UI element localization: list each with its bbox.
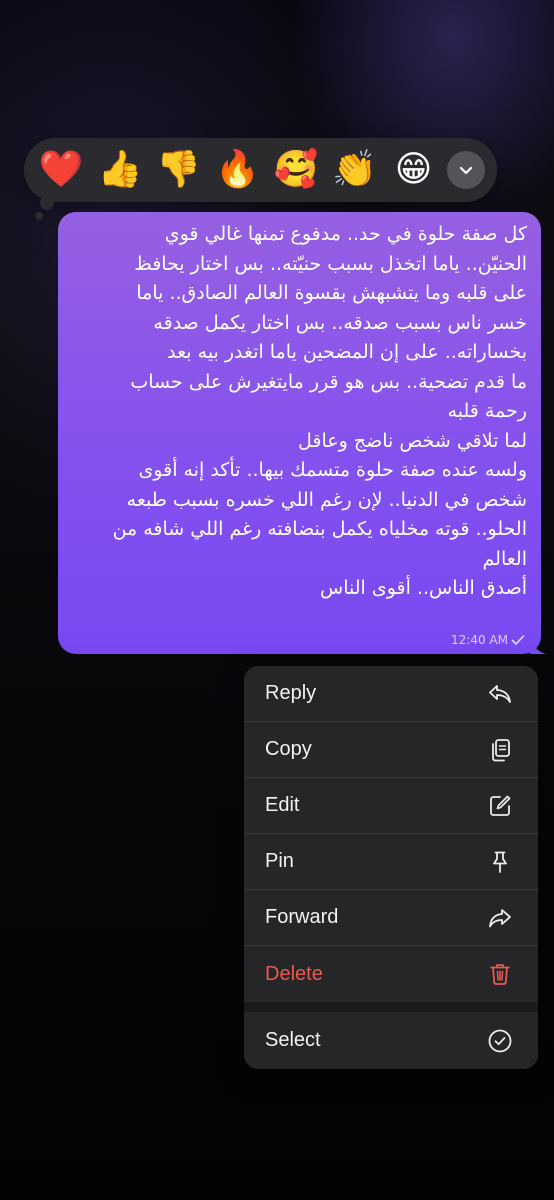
menu-separator — [244, 1002, 538, 1012]
menu-item-delete[interactable]: Delete — [244, 946, 538, 1002]
menu-item-label: Select — [265, 1029, 321, 1051]
message-line: الحلو.. قوته مخلياه يكمل بنضافته رغم الل… — [112, 518, 527, 540]
reaction-bar: ❤️ 👍 👎 🔥 🥰 👏 😁 — [24, 138, 497, 202]
checkmark-icon — [511, 635, 525, 645]
thumbs-down-icon: 👎 — [156, 149, 202, 190]
forward-icon — [486, 904, 514, 932]
reaction-thumbs-up[interactable]: 👍 — [91, 142, 150, 198]
message-context-menu: Reply Copy Edit Pin Forward Delete Selec… — [244, 666, 538, 1069]
menu-item-label: Reply — [265, 682, 317, 704]
reaction-clapping-hands[interactable]: 👏 — [325, 142, 384, 198]
message-meta: 12:40 AM — [451, 633, 525, 647]
message-line: رحمة قلبه — [447, 400, 527, 422]
more-reactions-button[interactable] — [446, 151, 485, 189]
message-line: على قلبه وما يتشبهش بقسوة العالم الصادق.… — [136, 282, 527, 304]
reaction-fire[interactable]: 🔥 — [208, 142, 267, 198]
message-line: ولسه عنده صفة حلوة متسمك بيها.. تأكد إنه… — [138, 459, 527, 481]
menu-item-select[interactable]: Select — [244, 1012, 538, 1069]
reply-icon — [486, 680, 514, 708]
menu-item-label: Forward — [265, 906, 339, 928]
reaction-bar-tail-dot-small — [35, 212, 43, 220]
reaction-thumbs-down[interactable]: 👎 — [149, 142, 208, 198]
message-time: 12:40 AM — [451, 633, 508, 647]
edit-icon — [486, 792, 514, 820]
menu-item-reply[interactable]: Reply — [244, 666, 538, 722]
fire-icon: 🔥 — [214, 149, 260, 190]
message-line: أصدق الناس.. أقوى الناس — [320, 577, 527, 599]
message-line: لما تلاقي شخص ناضج وعاقل — [298, 429, 527, 452]
menu-item-copy[interactable]: Copy — [244, 722, 538, 778]
bubble-tail — [530, 636, 546, 654]
check-circle-icon — [486, 1027, 514, 1055]
message-line: خسر ناس بسبب صدقه.. بس اختار يكمل صدقه — [153, 311, 527, 334]
pin-icon — [486, 848, 514, 876]
reaction-bar-tail-dot — [40, 196, 54, 210]
menu-item-forward[interactable]: Forward — [244, 890, 538, 946]
message-line: شخص في الدنيا.. لإن رغم اللي خسره بسبب ط… — [126, 488, 527, 511]
message-line: ما قدم تضحية.. بس هو قرر مايتغيرش على حس… — [130, 370, 527, 393]
thumbs-up-icon: 👍 — [97, 149, 143, 190]
trash-icon — [486, 960, 514, 988]
chevron-down-icon — [459, 166, 472, 175]
smiling-face-hearts-icon: 🥰 — [273, 149, 319, 190]
menu-item-pin[interactable]: Pin — [244, 834, 538, 890]
menu-item-label: Edit — [265, 794, 300, 816]
menu-item-label: Delete — [265, 962, 323, 985]
menu-item-edit[interactable]: Edit — [244, 778, 538, 834]
menu-item-label: Copy — [265, 738, 312, 760]
message-bubble[interactable]: كل صفة حلوة في حد.. مدفوع تمنها غالي قوي… — [58, 212, 546, 654]
message-line: الحنيّن.. ياما اتخذل بسبب حنيّته.. بس اخ… — [134, 252, 527, 275]
message-line: العالم — [482, 547, 527, 570]
copy-icon — [486, 736, 514, 764]
message-text: كل صفة حلوة في حد.. مدفوع تمنها غالي قوي… — [72, 220, 527, 604]
message-line: كل صفة حلوة في حد.. مدفوع تمنها غالي قوي — [164, 223, 527, 245]
clapping-hands-icon: 👏 — [332, 149, 378, 190]
red-heart-icon: ❤️ — [38, 149, 84, 190]
reaction-smiling-face-hearts[interactable]: 🥰 — [267, 142, 326, 198]
reaction-red-heart[interactable]: ❤️ — [32, 142, 91, 198]
message-line: بخساراته.. على إن المضحين ياما اتغدر بيه… — [167, 341, 527, 363]
reaction-beaming-face[interactable]: 😁 — [384, 142, 443, 198]
menu-item-label: Pin — [265, 850, 294, 872]
beaming-face-icon: 😁 — [394, 149, 433, 190]
